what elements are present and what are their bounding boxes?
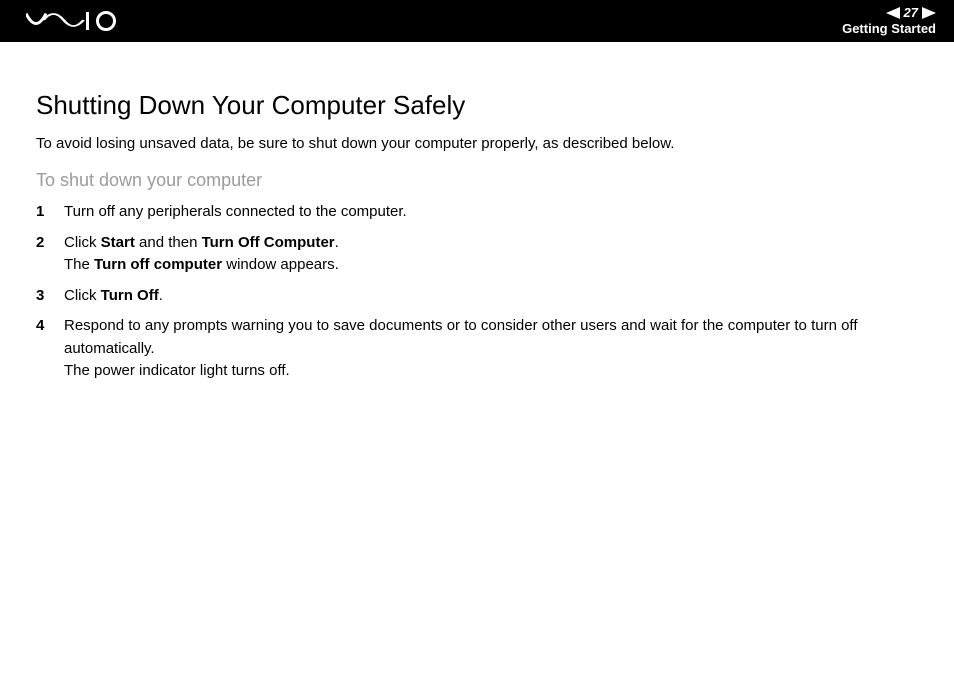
step-body: Turn off any peripherals connected to th… [64, 201, 922, 224]
section-name: Getting Started [842, 22, 936, 36]
procedure-subheading: To shut down your computer [36, 170, 922, 191]
bold-text: Turn Off [101, 287, 159, 304]
step-number: 2 [36, 232, 44, 255]
step-item: 2 Click Start and then Turn Off Computer.… [36, 232, 922, 277]
next-page-arrow-icon[interactable] [922, 7, 936, 19]
step-number: 3 [36, 285, 44, 308]
page-header: 27 Getting Started [0, 0, 954, 42]
step-body: Click Start and then Turn Off Computer.T… [64, 232, 922, 277]
step-number: 4 [36, 315, 44, 338]
prev-page-arrow-icon[interactable] [886, 7, 900, 19]
step-body: Click Turn Off. [64, 285, 922, 308]
bold-text: Turn off computer [94, 256, 222, 273]
step-item: 3 Click Turn Off. [36, 285, 922, 308]
step-item: 1 Turn off any peripherals connected to t… [36, 201, 922, 224]
step-body: Respond to any prompts warning you to sa… [64, 315, 922, 383]
page-nav: 27 [842, 6, 936, 20]
steps-list: 1 Turn off any peripherals connected to t… [36, 201, 922, 383]
vaio-logo [26, 11, 126, 31]
step-number: 1 [36, 201, 44, 224]
bold-text: Start [101, 234, 135, 251]
step-item: 4 Respond to any prompts warning you to s… [36, 315, 922, 383]
page-content: Shutting Down Your Computer Safely To av… [0, 42, 954, 383]
page-title: Shutting Down Your Computer Safely [36, 90, 922, 121]
page-number: 27 [902, 6, 920, 20]
bold-text: Turn Off Computer [202, 234, 335, 251]
intro-text: To avoid losing unsaved data, be sure to… [36, 135, 922, 152]
header-right: 27 Getting Started [842, 6, 936, 36]
